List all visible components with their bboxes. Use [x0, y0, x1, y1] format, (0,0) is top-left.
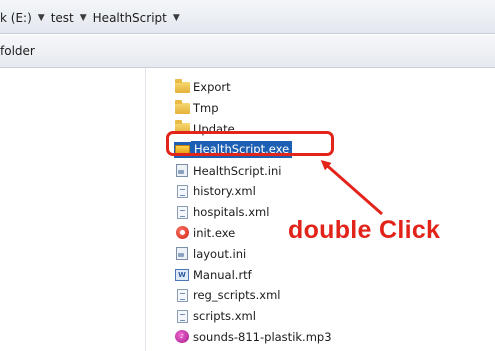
file-name: layout.ini: [193, 246, 247, 261]
file-item-reg-scripts-xml[interactable]: reg_scripts.xml: [174, 285, 332, 306]
breadcrumb-test[interactable]: test: [51, 11, 74, 25]
chevron-down-icon[interactable]: ▼: [173, 13, 180, 23]
mp3-file-icon: ♪: [174, 330, 190, 344]
file-item-manual-rtf[interactable]: W Manual.rtf: [174, 264, 332, 285]
toolbar: folder: [0, 35, 495, 68]
file-name: reg_scripts.xml: [193, 288, 281, 303]
rtf-file-icon: W: [174, 268, 190, 282]
new-folder-button[interactable]: folder: [0, 44, 35, 58]
file-name: Tmp: [193, 101, 219, 116]
xml-file-icon: [174, 288, 190, 302]
xml-file-icon: [174, 205, 190, 219]
chevron-down-icon[interactable]: ▼: [38, 13, 45, 23]
file-item-history-xml[interactable]: history.xml: [174, 181, 332, 202]
file-name: sounds-811-plastik.mp3: [193, 329, 332, 344]
file-name: Export: [193, 80, 231, 95]
file-item-sounds-mp3[interactable]: ♪ sounds-811-plastik.mp3: [174, 327, 332, 348]
address-bar[interactable]: k (E:) ▼ test ▼ HealthScript ▼: [0, 0, 495, 34]
breadcrumb-drive[interactable]: k (E:): [0, 11, 32, 25]
navigation-pane[interactable]: [0, 68, 146, 351]
double-click-annotation: double Click: [288, 216, 441, 244]
file-item-export[interactable]: Export: [174, 77, 332, 98]
xml-file-icon: [174, 184, 190, 198]
file-list: Export Tmp Update HealthScript.exe Healt…: [174, 77, 332, 347]
breadcrumb-healthscript[interactable]: HealthScript: [93, 11, 167, 25]
file-name: HealthScript.ini: [193, 163, 282, 178]
file-name: hospitals.xml: [193, 205, 270, 220]
ini-file-icon: [174, 164, 190, 178]
file-name: init.exe: [193, 225, 236, 240]
file-item-healthscript-ini[interactable]: HealthScript.ini: [174, 160, 332, 181]
app-exe-icon: [174, 226, 190, 240]
highlight-box: [166, 131, 334, 156]
breadcrumb: k (E:) ▼ test ▼ HealthScript ▼: [0, 9, 180, 27]
folder-icon: [174, 78, 190, 94]
folder-icon: [174, 99, 190, 115]
ini-file-icon: [174, 247, 190, 261]
file-item-scripts-xml[interactable]: scripts.xml: [174, 306, 332, 327]
file-name: history.xml: [193, 184, 256, 199]
file-item-layout-ini[interactable]: layout.ini: [174, 243, 332, 264]
xml-file-icon: [174, 309, 190, 323]
file-item-tmp[interactable]: Tmp: [174, 98, 332, 119]
chevron-down-icon[interactable]: ▼: [80, 13, 87, 23]
file-name: Manual.rtf: [193, 267, 252, 282]
file-name: scripts.xml: [193, 309, 256, 324]
